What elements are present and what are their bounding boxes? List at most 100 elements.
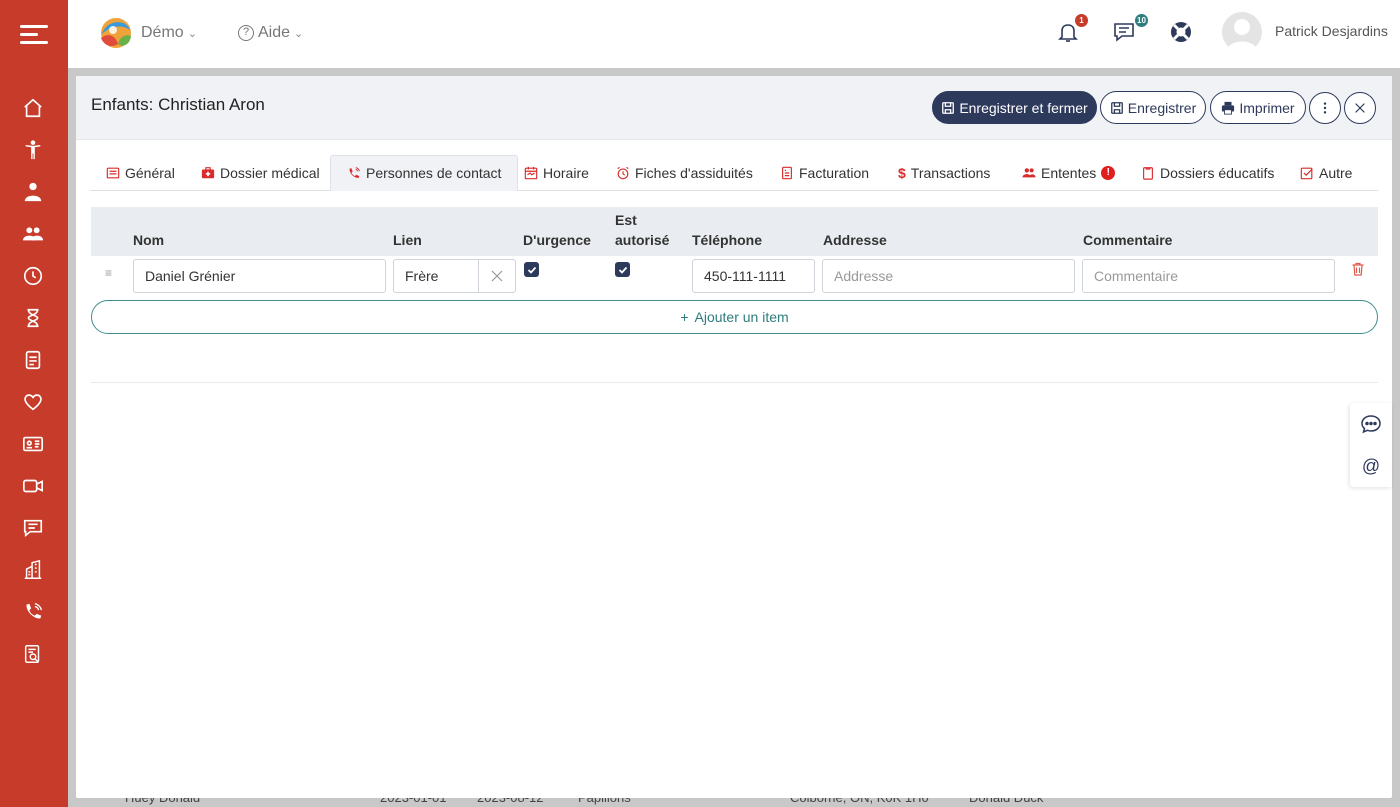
add-item-label: Ajouter un item (694, 309, 789, 325)
child-icon[interactable] (20, 137, 46, 163)
save-button[interactable]: Enregistrer (1100, 91, 1206, 124)
app-logo-icon[interactable] (96, 14, 136, 52)
chevron-down-icon: ⌄ (294, 27, 304, 40)
clock-icon[interactable] (20, 263, 46, 289)
menu-toggle-icon[interactable] (20, 25, 48, 47)
emergency-checkbox[interactable] (524, 262, 539, 277)
tab-attendance-label: Fiches d'assiduités (635, 165, 753, 181)
plus-icon: + (680, 309, 689, 325)
check-square-icon (1300, 167, 1313, 180)
help-menu[interactable]: ? Aide ⌄ (238, 24, 303, 42)
staff-icon[interactable] (20, 179, 46, 205)
relation-clear-button[interactable] (478, 259, 516, 293)
tab-educational-label: Dossiers éducatifs (1160, 165, 1275, 181)
building-icon[interactable] (20, 557, 46, 583)
tab-attendance[interactable]: Fiches d'assiduités (616, 155, 753, 191)
invoice-icon (782, 166, 792, 180)
tab-medical[interactable]: Dossier médical (201, 155, 320, 191)
hourglass-icon[interactable] (20, 305, 46, 331)
close-button[interactable] (1344, 92, 1376, 124)
id-card-icon[interactable] (20, 431, 46, 457)
phone-ring-icon (349, 167, 360, 178)
avatar[interactable] (1222, 12, 1262, 52)
tab-billing[interactable]: Facturation (780, 155, 869, 191)
home-icon[interactable] (20, 95, 46, 121)
tab-schedule[interactable]: Horaire (524, 155, 589, 191)
chevron-down-icon: ⌄ (187, 27, 197, 40)
print-label: Imprimer (1239, 99, 1295, 116)
col-nom: Nom (133, 232, 165, 248)
trash-icon[interactable] (1351, 262, 1365, 276)
message-icon (1114, 23, 1134, 42)
modal-header: Enfants: Christian Aron Enregistrer et f… (76, 76, 1392, 140)
video-icon[interactable] (20, 473, 46, 499)
messages-badge: 10 (1135, 14, 1148, 27)
user-name[interactable]: Patrick Desjardins (1275, 23, 1388, 39)
tab-schedule-label: Horaire (543, 165, 589, 181)
document-search-icon[interactable] (20, 641, 46, 667)
close-icon (1355, 103, 1365, 113)
clipboard-icon (1143, 167, 1153, 180)
alert-icon: ! (1101, 166, 1116, 180)
help-circle-icon: ? (238, 25, 254, 41)
check-icon (527, 266, 536, 274)
help-menu-label: Aide (258, 24, 291, 41)
messages-button[interactable]: 10 (1112, 14, 1148, 46)
save-icon (1110, 101, 1123, 114)
col-autorise-line1: Est (615, 212, 637, 228)
support-button[interactable] (1169, 20, 1195, 46)
tab-medical-label: Dossier médical (220, 165, 320, 181)
tab-transactions-label: Transactions (910, 165, 991, 181)
tab-other-label: Autre (1319, 165, 1353, 181)
col-autorise-line2: autorisé (615, 232, 670, 248)
chat-icon[interactable] (20, 515, 46, 541)
tab-agreements-label: Ententes (1041, 165, 1097, 181)
clear-icon (491, 270, 503, 282)
save-close-label: Enregistrer et fermer (959, 99, 1088, 116)
col-commentaire: Commentaire (1083, 232, 1173, 248)
at-sign-icon: @ (1361, 455, 1381, 476)
more-options-button[interactable] (1309, 92, 1341, 124)
section-divider (91, 382, 1378, 383)
address-input[interactable]: Addresse (822, 259, 1075, 293)
col-adresse: Addresse (823, 232, 887, 248)
top-header: Démo ⌄ ? Aide ⌄ 1 10 Patrick Desjardins (68, 0, 1400, 68)
drag-handle-icon[interactable]: ≡ (105, 266, 112, 280)
tab-educational[interactable]: Dossiers éducatifs (1141, 155, 1274, 191)
phone-ring-icon[interactable] (20, 599, 46, 625)
sidebar (0, 0, 68, 807)
heart-icon[interactable] (20, 389, 46, 415)
lifebuoy-icon (1171, 22, 1191, 42)
print-button[interactable]: Imprimer (1210, 91, 1306, 124)
medical-kit-icon (201, 167, 215, 179)
group-icon[interactable] (20, 221, 46, 247)
authorized-checkbox[interactable] (615, 262, 630, 277)
report-icon[interactable] (20, 347, 46, 373)
relation-select[interactable]: Frère (393, 259, 479, 293)
add-item-button[interactable]: + Ajouter un item (91, 300, 1378, 334)
check-icon (618, 266, 627, 274)
phone-input[interactable]: 450-111-1111 (692, 259, 815, 293)
calendar-icon (524, 166, 538, 180)
mention-button[interactable]: @ (1360, 455, 1382, 477)
tab-contacts[interactable]: Personnes de contact (330, 155, 519, 191)
tab-general-label: Général (125, 165, 175, 181)
chat-bubble-icon (1361, 415, 1381, 434)
notifications-button[interactable]: 1 (1056, 14, 1088, 46)
comment-input[interactable]: Commentaire (1082, 259, 1335, 293)
user-avatar-icon (1226, 19, 1258, 52)
list-icon (106, 167, 120, 179)
chat-bubble-button[interactable] (1360, 413, 1382, 435)
modal-title: Enfants: Christian Aron (91, 95, 265, 114)
tab-other[interactable]: Autre (1300, 155, 1352, 191)
child-edit-modal: Enfants: Christian Aron Enregistrer et f… (76, 76, 1392, 798)
alarm-clock-icon (617, 166, 629, 180)
org-menu-label: Démo (141, 24, 184, 41)
tab-transactions[interactable]: $ Transactions (898, 155, 990, 191)
contacts-table-header: Nom Lien D'urgence Est autorisé Téléphon… (91, 207, 1378, 256)
tab-agreements[interactable]: Ententes ! (1022, 155, 1116, 191)
tab-general[interactable]: Général (106, 155, 175, 191)
org-menu[interactable]: Démo ⌄ (141, 24, 197, 42)
save-close-button[interactable]: Enregistrer et fermer (932, 91, 1097, 124)
contact-name-input[interactable]: Daniel Grénier (133, 259, 386, 293)
